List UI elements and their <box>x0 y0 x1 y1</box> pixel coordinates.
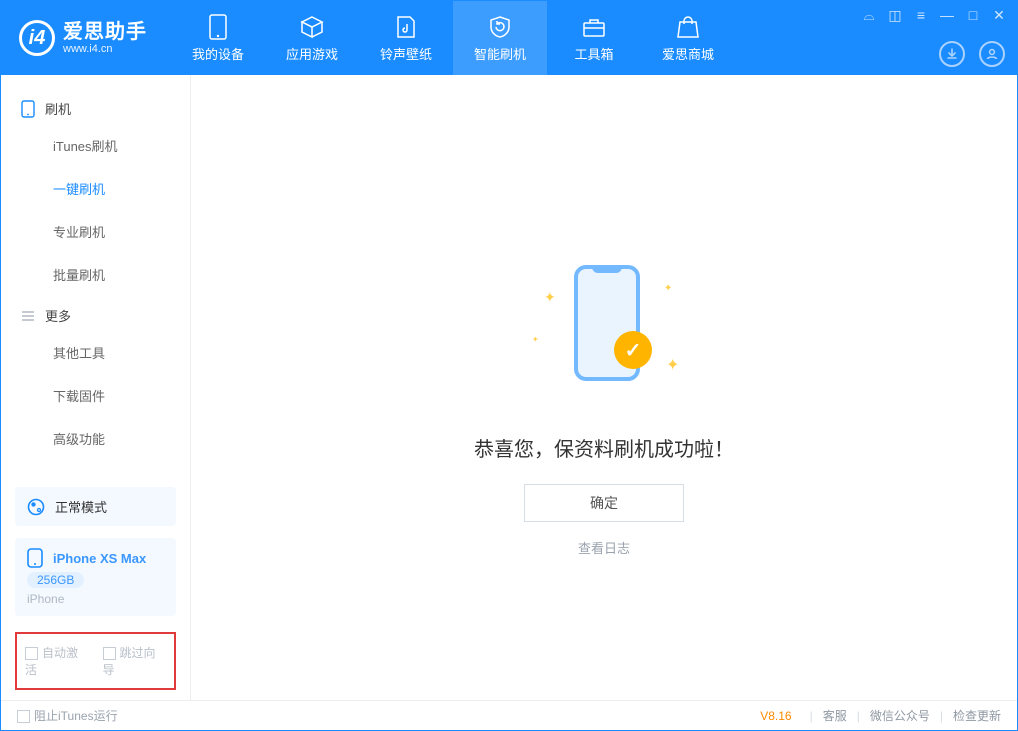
shield-refresh-icon <box>487 14 513 40</box>
footer-link-update[interactable]: 检查更新 <box>953 707 1001 724</box>
sparkle-icon: ✦ <box>544 289 556 306</box>
success-panel: ✓ ✦ ✦ ✦ ✦ 恭喜您，保资料刷机成功啦！ 确定 查看日志 <box>191 265 1017 557</box>
tab-flash[interactable]: 智能刷机 <box>453 1 547 75</box>
highlighted-checkbox-area: 自动激活 跳过向导 <box>15 632 176 690</box>
sidebar-item-download-firmware[interactable]: 下载固件 <box>1 374 190 417</box>
sidebar: 刷机 iTunes刷机 一键刷机 专业刷机 批量刷机 更多 其他工具 下载固件 … <box>1 75 191 700</box>
sidebar-group-flash: 刷机 <box>1 89 190 124</box>
sidebar-item-other-tools[interactable]: 其他工具 <box>1 331 190 374</box>
device-storage: 256GB <box>27 572 84 588</box>
maximize-icon[interactable]: □ <box>965 7 981 24</box>
main-content: ✓ ✦ ✦ ✦ ✦ 恭喜您，保资料刷机成功啦！ 确定 查看日志 <box>191 75 1017 700</box>
confirm-button[interactable]: 确定 <box>524 484 684 522</box>
tab-store[interactable]: 爱思商城 <box>641 1 735 75</box>
tab-label: 智能刷机 <box>474 44 526 63</box>
tab-my-device[interactable]: 我的设备 <box>171 1 265 75</box>
menu-icon[interactable]: ≡ <box>913 7 929 24</box>
logo-icon: i4 <box>19 20 55 56</box>
logo: i4 爱思助手 www.i4.cn <box>1 1 165 75</box>
sparkle-icon: ✦ <box>666 355 679 375</box>
footer-link-support[interactable]: 客服 <box>823 707 847 724</box>
box-icon[interactable]: ◫ <box>887 7 903 24</box>
checkbox-skip-guide[interactable]: 跳过向导 <box>103 644 167 678</box>
device-phone-icon <box>27 548 43 568</box>
tab-label: 我的设备 <box>192 44 244 63</box>
sidebar-item-batch-flash[interactable]: 批量刷机 <box>1 253 190 296</box>
sparkle-icon: ✦ <box>664 283 672 294</box>
user-icon[interactable] <box>979 41 1005 67</box>
tab-media[interactable]: 铃声壁纸 <box>359 1 453 75</box>
version-label: V8.16 <box>760 709 791 723</box>
body-area: 刷机 iTunes刷机 一键刷机 专业刷机 批量刷机 更多 其他工具 下载固件 … <box>1 75 1017 700</box>
minimize-icon[interactable]: — <box>939 7 955 24</box>
mode-box[interactable]: 正常模式 <box>15 487 176 526</box>
header: i4 爱思助手 www.i4.cn 我的设备 应用游戏 <box>1 1 1017 75</box>
sidebar-item-onekey-flash[interactable]: 一键刷机 <box>1 167 190 210</box>
device-name: iPhone XS Max <box>53 551 146 566</box>
tshirt-icon[interactable]: ⌓ <box>861 7 877 24</box>
checkbox-block-itunes[interactable]: 阻止iTunes运行 <box>17 707 118 724</box>
sidebar-item-advanced[interactable]: 高级功能 <box>1 417 190 460</box>
list-icon <box>21 309 35 323</box>
device-box[interactable]: iPhone XS Max 256GB iPhone <box>15 538 176 616</box>
view-log-link[interactable]: 查看日志 <box>578 538 630 557</box>
device-subtype: iPhone <box>27 592 164 606</box>
header-tabs: 我的设备 应用游戏 铃声壁纸 智能刷机 <box>171 1 735 75</box>
app-title: 爱思助手 <box>63 21 147 43</box>
checkmark-icon: ✓ <box>614 331 652 369</box>
success-illustration: ✓ ✦ ✦ ✦ ✦ <box>514 265 694 405</box>
cube-icon <box>299 14 325 40</box>
device-icon <box>205 14 231 40</box>
close-icon[interactable]: ✕ <box>991 7 1007 24</box>
tab-label: 爱思商城 <box>662 44 714 63</box>
toolbox-icon <box>581 14 607 40</box>
sidebar-group-label: 更多 <box>45 306 71 325</box>
download-icon[interactable] <box>939 41 965 67</box>
app-window: i4 爱思助手 www.i4.cn 我的设备 应用游戏 <box>0 0 1018 731</box>
sidebar-group-label: 刷机 <box>45 99 71 118</box>
header-action-icons <box>939 41 1005 67</box>
phone-icon <box>21 100 35 118</box>
mode-icon <box>27 498 45 516</box>
success-message: 恭喜您，保资料刷机成功啦！ <box>474 433 734 462</box>
tab-toolbox[interactable]: 工具箱 <box>547 1 641 75</box>
app-site: www.i4.cn <box>63 43 147 55</box>
bag-icon <box>675 14 701 40</box>
tab-apps[interactable]: 应用游戏 <box>265 1 359 75</box>
sparkle-icon: ✦ <box>532 335 539 344</box>
sidebar-item-pro-flash[interactable]: 专业刷机 <box>1 210 190 253</box>
mode-label: 正常模式 <box>55 497 107 516</box>
window-controls: ⌓ ◫ ≡ — □ ✕ <box>861 7 1007 24</box>
tab-label: 工具箱 <box>574 44 613 63</box>
sidebar-item-itunes-flash[interactable]: iTunes刷机 <box>1 124 190 167</box>
sidebar-group-more: 更多 <box>1 296 190 331</box>
checkbox-auto-activate[interactable]: 自动激活 <box>25 644 89 678</box>
music-file-icon <box>393 14 419 40</box>
tab-label: 铃声壁纸 <box>380 44 432 63</box>
tab-label: 应用游戏 <box>286 44 338 63</box>
footer-link-wechat[interactable]: 微信公众号 <box>870 707 930 724</box>
footer: 阻止iTunes运行 V8.16 | 客服 | 微信公众号 | 检查更新 <box>1 700 1017 730</box>
